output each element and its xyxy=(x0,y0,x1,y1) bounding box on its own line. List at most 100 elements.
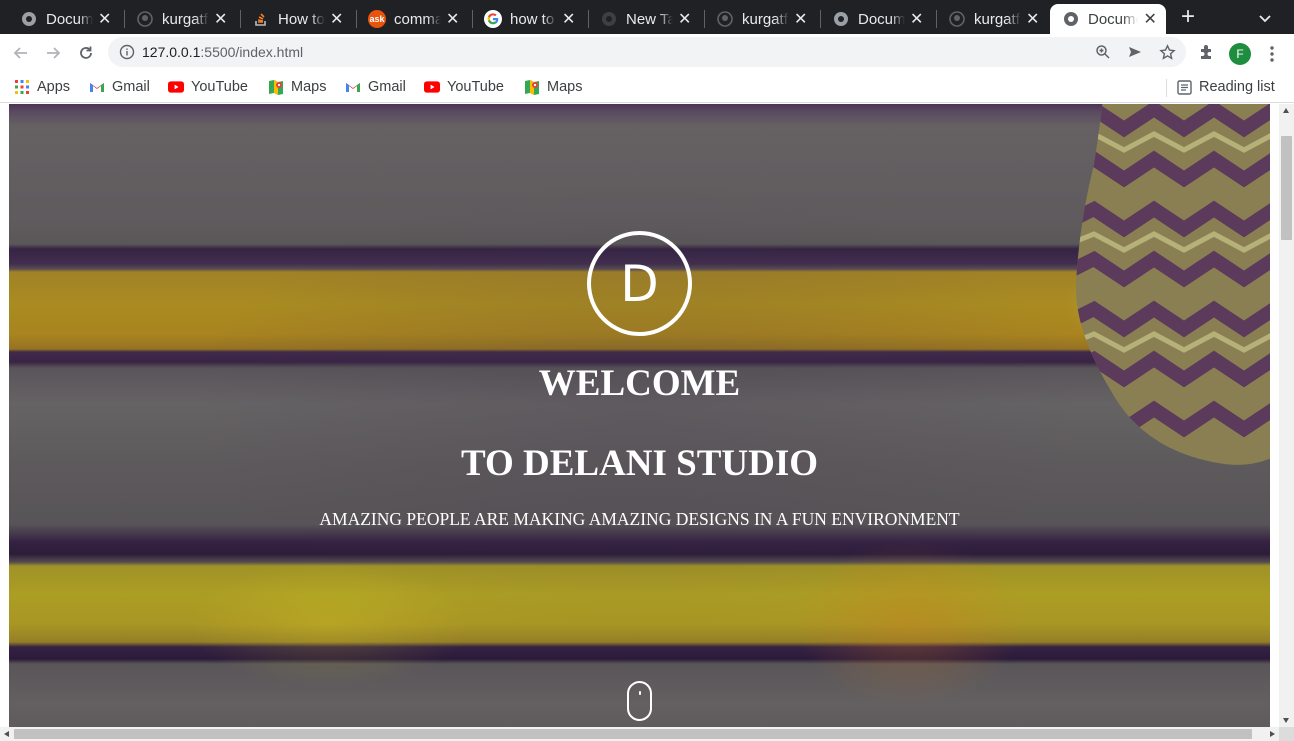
tab-kurgatf-1[interactable]: kurgatf ✕ xyxy=(118,4,236,34)
close-icon[interactable]: ✕ xyxy=(329,11,344,28)
tab-document-active[interactable]: Document ✕ xyxy=(1050,4,1166,34)
bookmark-maps-2[interactable]: Maps xyxy=(524,76,582,98)
url-host: 127.0.0.1 xyxy=(142,44,201,60)
maps-icon xyxy=(524,79,540,95)
globe-icon xyxy=(600,10,618,28)
bookmark-youtube-1[interactable]: YouTube xyxy=(168,76,248,98)
bookmark-youtube-2[interactable]: YouTube xyxy=(424,76,504,98)
bookmark-label: Maps xyxy=(291,79,327,95)
close-icon[interactable]: ✕ xyxy=(793,11,808,28)
studio-heading: TO DELANI STUDIO xyxy=(460,443,819,484)
tagline: AMAZING PEOPLE ARE MAKING AMAZING DESIGN… xyxy=(319,509,960,529)
tab-strip: Document ✕ kurgatf ✕ How to ✕ ask comman… xyxy=(0,0,1294,34)
bookmark-label: Gmail xyxy=(368,79,406,95)
tab-title: How to xyxy=(278,10,325,28)
bookmark-gmail-2[interactable]: Gmail xyxy=(345,76,406,98)
tab-title: New Tab xyxy=(626,10,674,28)
scroll-mouse-icon[interactable] xyxy=(627,681,652,721)
tab-title: Document xyxy=(1088,10,1138,28)
tab-kurgatf-2[interactable]: kurgatf ✕ xyxy=(698,4,816,34)
youtube-icon xyxy=(168,79,184,95)
scroll-left-arrow-icon[interactable] xyxy=(4,730,9,737)
forward-button[interactable] xyxy=(40,40,66,66)
github-icon xyxy=(136,10,154,28)
new-tab-button[interactable]: + xyxy=(1176,5,1200,30)
zoom-icon[interactable] xyxy=(1094,43,1112,61)
horizontal-scrollbar[interactable] xyxy=(0,727,1279,741)
github-icon xyxy=(716,10,734,28)
back-button[interactable] xyxy=(8,40,34,66)
url-text[interactable]: 127.0.0.1:5500/index.html xyxy=(142,44,303,60)
forward-arrow-icon xyxy=(47,47,61,59)
bookmark-apps[interactable]: Apps xyxy=(14,76,70,98)
tab-search-chevron-icon[interactable] xyxy=(1255,8,1275,28)
globe-icon xyxy=(20,10,38,28)
horizontal-scroll-thumb[interactable] xyxy=(14,729,1252,739)
tab-title: Document xyxy=(46,10,94,28)
tab-command[interactable]: ask command ✕ xyxy=(350,4,468,34)
shoe-sole-image xyxy=(1075,104,1270,465)
close-icon[interactable]: ✕ xyxy=(1142,11,1158,28)
close-icon[interactable]: ✕ xyxy=(1025,11,1040,28)
page-viewport: D WELCOME TO DELANI STUDIO AMAZING PEOPL… xyxy=(0,104,1294,741)
close-icon[interactable]: ✕ xyxy=(677,11,692,28)
google-icon xyxy=(484,10,502,28)
tab-document-1[interactable]: Document ✕ xyxy=(2,4,120,34)
welcome-heading: WELCOME xyxy=(538,363,741,404)
tab-title: command xyxy=(394,10,442,28)
stackoverflow-icon xyxy=(252,10,270,28)
tab-title: kurgatf xyxy=(162,10,208,28)
bookmark-label: Gmail xyxy=(112,79,150,95)
address-bar[interactable]: 127.0.0.1:5500/index.html xyxy=(108,37,1186,67)
tab-how-to-1[interactable]: How to ✕ xyxy=(234,4,352,34)
close-icon[interactable]: ✕ xyxy=(561,11,576,28)
bookmark-star-icon[interactable] xyxy=(1158,43,1176,61)
reload-button[interactable] xyxy=(73,40,99,66)
reading-list-button[interactable]: Reading list xyxy=(1176,76,1275,98)
tab-title: kurgatf xyxy=(742,10,788,28)
tab-title: how to xyxy=(510,10,555,28)
scroll-up-arrow-icon[interactable] xyxy=(1283,108,1289,113)
bookmarks-bar: Apps Gmail YouTube Maps Gmail YouTube Ma… xyxy=(0,71,1294,103)
send-icon[interactable] xyxy=(1126,43,1144,61)
bookmark-gmail-1[interactable]: Gmail xyxy=(89,76,150,98)
globe-icon xyxy=(1062,10,1080,28)
bookmark-label: YouTube xyxy=(191,79,248,95)
profile-initial: F xyxy=(1236,47,1244,61)
back-arrow-icon xyxy=(13,47,27,59)
close-icon[interactable]: ✕ xyxy=(97,11,112,28)
tab-new-tab[interactable]: New Tab ✕ xyxy=(582,4,700,34)
bookmark-label: Maps xyxy=(547,79,583,95)
tab-title: Document xyxy=(858,10,906,28)
reading-list-icon xyxy=(1176,79,1192,95)
studio-logo: D xyxy=(587,231,692,336)
vertical-scrollbar[interactable] xyxy=(1279,104,1294,727)
mouse-wheel xyxy=(638,691,641,695)
reload-icon xyxy=(80,46,92,59)
scroll-down-arrow-icon[interactable] xyxy=(1283,718,1289,723)
logo-letter: D xyxy=(620,254,659,313)
bookmark-label: Apps xyxy=(37,79,71,95)
scroll-right-arrow-icon[interactable] xyxy=(1270,730,1275,737)
gmail-icon xyxy=(89,79,105,95)
extensions-puzzle-icon[interactable] xyxy=(1198,43,1218,63)
browser-toolbar: 127.0.0.1:5500/index.html F xyxy=(0,34,1294,71)
more-menu-icon[interactable] xyxy=(1262,44,1282,64)
github-icon xyxy=(948,10,966,28)
tab-document-2[interactable]: Document ✕ xyxy=(814,4,932,34)
profile-avatar[interactable]: F xyxy=(1229,43,1251,65)
close-icon[interactable]: ✕ xyxy=(445,11,460,28)
vertical-scroll-thumb[interactable] xyxy=(1281,136,1292,240)
url-path: :5500/index.html xyxy=(200,44,304,60)
hero-section: D WELCOME TO DELANI STUDIO AMAZING PEOPL… xyxy=(9,104,1270,727)
bookmark-maps-1[interactable]: Maps xyxy=(268,76,326,98)
close-icon[interactable]: ✕ xyxy=(909,11,924,28)
close-icon[interactable]: ✕ xyxy=(213,11,228,28)
tab-title: kurgatf xyxy=(974,10,1020,28)
tab-kurgatf-3[interactable]: kurgatf ✕ xyxy=(930,4,1048,34)
maps-icon xyxy=(268,79,284,95)
apps-grid-icon xyxy=(14,79,30,95)
tab-how-to-2[interactable]: how to ✕ xyxy=(466,4,584,34)
site-info-icon[interactable] xyxy=(119,44,135,60)
reading-list-label: Reading list xyxy=(1199,79,1275,95)
